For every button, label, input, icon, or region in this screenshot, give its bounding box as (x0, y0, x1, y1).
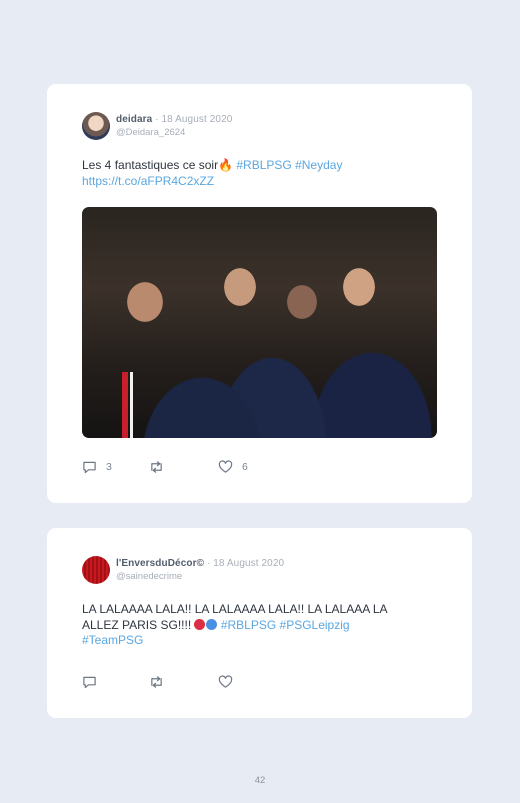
reply-icon (83, 676, 96, 689)
reply-count: 3 (106, 461, 112, 473)
tweet-date: · 18 August 2020 (155, 114, 233, 125)
jersey-stripe (130, 372, 133, 438)
retweet-icon (151, 676, 162, 688)
display-name[interactable]: l'EnversduDécor© (116, 558, 204, 569)
retweet-button[interactable] (149, 675, 164, 689)
user-handle[interactable]: @sainedecrime (116, 571, 182, 582)
tweet-card[interactable]: l'EnversduDécor© · 18 August 2020 @saine… (47, 528, 472, 718)
like-button[interactable]: 6 (218, 460, 248, 474)
avatar[interactable] (82, 556, 110, 584)
display-name[interactable]: deidara (116, 114, 152, 125)
retweet-button[interactable] (149, 460, 164, 474)
hashtag-link[interactable]: #RBLPSG (236, 158, 291, 172)
heart-icon (218, 460, 233, 473)
hashtag-link[interactable]: #RBLPSG (221, 618, 276, 632)
tweet-text: Les 4 fantastiques ce soir🔥 #RBLPSG #Ney… (82, 158, 343, 188)
page-number: 42 (254, 775, 266, 786)
like-count: 6 (242, 461, 248, 473)
reply-icon (83, 461, 96, 474)
fire-emoji-icon: 🔥 (218, 158, 234, 172)
avatar[interactable] (82, 112, 110, 140)
user-handle[interactable]: @Deidara_2624 (116, 127, 185, 138)
tweet-text: LA LALAAAA LALA!! LA LALAAAA LALA!! LA L… (82, 602, 388, 647)
jersey-stripe (122, 372, 128, 438)
retweet-icon (151, 461, 162, 473)
hashtag-link[interactable]: #PSGLeipzig (280, 618, 350, 632)
hashtag-link[interactable]: #Neyday (295, 158, 342, 172)
tweet-card[interactable]: deidara · 18 August 2020 @Deidara_2624 L… (47, 84, 472, 503)
tweet-url-link[interactable]: https://t.co/aFPR4C2xZZ (82, 174, 214, 188)
hashtag-link[interactable]: #TeamPSG (82, 633, 143, 647)
heart-icon (218, 675, 233, 688)
blue-circle-emoji-icon (206, 618, 218, 630)
reply-button[interactable]: 3 (82, 460, 112, 474)
like-button[interactable] (218, 675, 233, 689)
red-circle-emoji-icon (194, 618, 206, 630)
reply-button[interactable] (82, 675, 97, 689)
tweet-photo[interactable] (82, 207, 437, 438)
tweet-date: · 18 August 2020 (206, 558, 285, 569)
